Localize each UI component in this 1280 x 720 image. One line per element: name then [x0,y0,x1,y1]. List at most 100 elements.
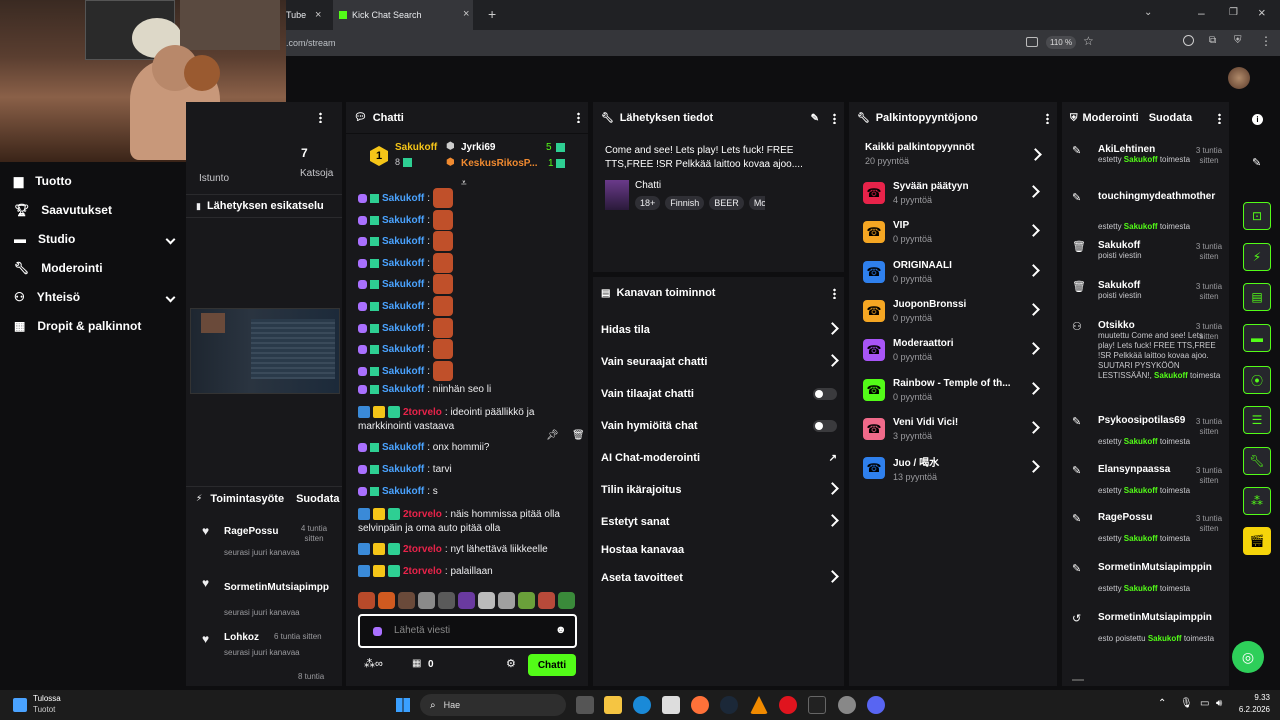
close-tab-icon[interactable]: × [315,9,321,21]
sidebar-item-saavutukset[interactable]: 🏆︎ Saavutukset [14,203,174,217]
toolbar-camera-button[interactable]: ⊡ [1243,202,1271,230]
sidebar-item-moderointi[interactable]: 🔧︎ Moderointi [14,261,174,275]
menu-icon[interactable]: ⋮ [1260,34,1272,48]
reward-item[interactable]: ☎ Syvään päätyyn 4 pyyntöä [863,177,1038,209]
leaderboard-name[interactable]: Sakukoff [395,142,437,153]
windows-start-icon[interactable] [396,698,410,712]
toolbar-broadcast-button[interactable]: ⦿ [1243,366,1271,394]
avatar[interactable] [1228,67,1250,89]
chat-username[interactable]: Sakukoff [382,323,424,334]
reward-item[interactable]: ☎ Rainbow - Temple of th... 0 pyyntöä [863,374,1038,406]
chat-username[interactable]: Sakukoff [382,486,424,497]
emoji-icon[interactable]: ☻ [555,624,567,636]
toolbar-list-button[interactable]: ☰ [1243,406,1271,434]
emote-icon[interactable] [438,592,455,609]
leaderboard-name[interactable]: Jyrki69 [461,142,495,153]
subscribers-only-toggle[interactable] [813,388,837,400]
menu-dots-icon[interactable] [833,287,836,299]
reward-all[interactable]: Kaikki palkintopyynnöt 20 pyyntöä [865,142,1041,166]
menu-dots-icon[interactable] [577,112,580,123]
emote-icon[interactable] [558,592,575,609]
discord-icon[interactable] [867,696,885,714]
info-icon[interactable]: i [1252,114,1263,125]
close-window-icon[interactable]: × [1258,5,1266,20]
chat-username[interactable]: Sakukoff [382,215,424,226]
delete-icon[interactable]: 🗑︎ [572,430,585,441]
new-tab-icon[interactable]: + [488,6,496,22]
steam-icon[interactable] [720,696,738,714]
toolbar-community-button[interactable]: ⁂ [1243,487,1271,515]
menu-dots-icon[interactable] [1046,112,1049,124]
firefox-icon[interactable] [691,696,709,714]
sidebar-item-yhteiso[interactable]: ⚇ Yhteisö [14,290,176,304]
weather-title[interactable]: Tulossa [33,694,61,703]
extensions-icon[interactable]: ⧉ [1209,35,1216,46]
leaderboard-name[interactable]: KeskusRikosP... [461,158,538,169]
category-name[interactable]: Chatti [635,180,661,191]
action-emotes-only[interactable]: Vain hymiöitä chat [601,420,837,432]
community-points-icon[interactable]: ⁂∞ [364,657,383,670]
pin-icon[interactable]: 📌︎ [546,430,559,441]
send-chat-button[interactable]: Chatti [528,654,576,676]
action-set-goals[interactable]: Aseta tavoitteet [601,572,837,584]
mic-icon[interactable]: 🎙︎ [1180,698,1193,709]
emotes-only-toggle[interactable] [813,420,837,432]
chat-username[interactable]: Sakukoff [382,464,424,475]
zoom-level[interactable]: 110 % [1046,36,1077,49]
tag-chip[interactable]: 18+ [635,196,661,210]
chat-username[interactable]: Sakukoff [382,236,424,247]
reward-item[interactable]: ☎ Moderaattori 0 pyyntöä [863,334,1038,366]
action-ai-moderation[interactable]: AI Chat-moderointi ↗ [601,452,837,464]
shield-icon[interactable]: ⛨ [1234,35,1242,46]
menu-dots-icon[interactable] [833,112,836,124]
chat-username[interactable]: Sakukoff [382,258,424,269]
opera-icon[interactable] [779,696,797,714]
url-text[interactable]: .com/stream [286,38,336,48]
emote-icon[interactable] [538,592,555,609]
minimize-icon[interactable]: – [1198,6,1205,20]
weather-icon[interactable] [13,698,27,712]
support-chat-button[interactable]: ◎ [1232,641,1264,673]
file-explorer-icon[interactable] [604,696,622,714]
bookmark-star-icon[interactable]: ☆ [1083,34,1094,48]
sidebar-item-studio[interactable]: ▬ Studio [14,232,176,246]
action-age-restriction[interactable]: Tilin ikärajoitus [601,484,837,496]
tag-chip[interactable]: Finnish [665,196,705,210]
address-bar[interactable]: .com/stream 110 % ☆ ⧉ ⛨ ⋮ [286,30,1280,56]
chat-username[interactable]: Sakukoff [382,344,424,355]
menu-dots-icon[interactable] [319,112,322,126]
profile-icon[interactable] [1183,35,1194,46]
tab-search-icon[interactable]: ⌄ [1144,7,1152,18]
edge-icon[interactable] [633,696,651,714]
reward-item[interactable]: ☎ ORIGINAALI 0 pyyntöä [863,256,1038,288]
clock-time[interactable]: 9.33 [1236,693,1270,702]
emote-icon[interactable] [518,592,535,609]
store-icon[interactable] [662,696,680,714]
gift-icon[interactable]: ▦ [412,658,421,669]
emote-icon[interactable] [358,592,375,609]
action-followers-only[interactable]: Vain seuraajat chatti [601,356,837,368]
reward-item[interactable]: ☎ Veni Vidi Vici! 3 pyyntöä [863,413,1038,445]
reward-item[interactable]: ☎ VIP 0 pyyntöä [863,216,1038,248]
chat-username[interactable]: Sakukoff [382,193,424,204]
chat-username[interactable]: 2torvelo [403,566,442,577]
chat-input-box[interactable]: Lähetä viesti ☻ [358,614,577,648]
obs-icon[interactable] [838,696,856,714]
chat-username[interactable]: Sakukoff [382,384,424,395]
terminal-icon[interactable] [808,696,826,714]
action-host-channel[interactable]: Hostaa kanavaa [601,544,837,556]
moderation-filter-button[interactable]: Suodata [1149,112,1192,124]
task-view-icon[interactable] [576,696,594,714]
chat-username[interactable]: 2torvelo [403,407,442,418]
tag-chip[interactable]: BEER [709,196,744,210]
settings-gear-icon[interactable]: ⚙ [506,657,516,670]
chat-input[interactable]: Lähetä viesti [394,625,450,636]
toolbar-doc-button[interactable]: ▤ [1243,283,1271,311]
edit-icon[interactable]: ✎ [1252,156,1261,169]
taskbar-search[interactable]: ⌕ Hae [420,694,566,716]
network-icon[interactable]: ▭ [1200,698,1209,709]
stream-preview-image[interactable] [190,308,340,394]
menu-dots-icon[interactable] [1218,112,1221,124]
maximize-icon[interactable]: ❐ [1229,7,1238,18]
close-tab-icon[interactable]: × [463,8,469,20]
